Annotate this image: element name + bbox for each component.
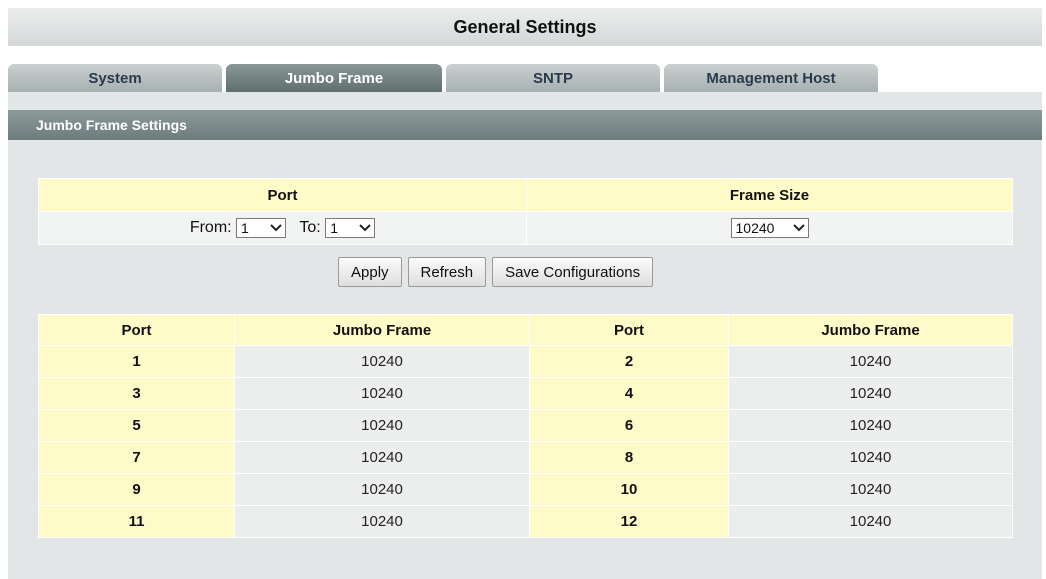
table-row: 11 10240 12 10240 [38, 505, 1013, 538]
port-cell: 8 [529, 441, 729, 474]
jumbo-frame-cell: 10240 [234, 409, 530, 442]
jumbo-frame-cell: 10240 [234, 377, 530, 410]
port-cell: 12 [529, 505, 729, 538]
to-port-select[interactable]: 1 [325, 218, 376, 238]
port-range-cell: From: 1 To: 1 [38, 211, 527, 245]
port-cell: 7 [38, 441, 235, 474]
config-frame-size-header: Frame Size [526, 178, 1013, 212]
frame-size-select[interactable]: 10240 [730, 218, 809, 238]
jumbo-frame-cell: 10240 [234, 473, 530, 506]
config-table: Port Frame Size From: 1 To: 1 10240 [38, 178, 1013, 245]
tab-bar: System Jumbo Frame SNTP Management Host [8, 64, 1042, 92]
apply-button[interactable]: Apply [338, 257, 402, 287]
from-port-value: 1 [241, 220, 249, 236]
table-row: 3 10240 4 10240 [38, 377, 1013, 410]
frame-size-value: 10240 [735, 220, 775, 236]
table-row: 9 10240 10 10240 [38, 473, 1013, 506]
jumbo-frame-cell: 10240 [234, 345, 530, 378]
jumbo-frame-cell: 10240 [234, 441, 530, 474]
chevron-down-icon [359, 221, 371, 235]
config-port-header: Port [38, 178, 527, 212]
port-cell: 6 [529, 409, 729, 442]
table-row: 5 10240 6 10240 [38, 409, 1013, 442]
tab-system[interactable]: System [8, 64, 222, 92]
save-configurations-button[interactable]: Save Configurations [492, 257, 654, 287]
port-cell: 5 [38, 409, 235, 442]
jumbo-frame-cell: 10240 [728, 345, 1013, 378]
jumbo-frame-cell: 10240 [728, 505, 1013, 538]
port-cell: 4 [529, 377, 729, 410]
page-title: General Settings [8, 8, 1042, 46]
from-label: From: [189, 219, 232, 236]
column-header-jumbo-frame: Jumbo Frame [234, 314, 530, 346]
port-cell: 10 [529, 473, 729, 506]
tab-jumbo-frame[interactable]: Jumbo Frame [226, 64, 442, 92]
jumbo-frame-cell: 10240 [728, 473, 1013, 506]
table-row: 7 10240 8 10240 [38, 441, 1013, 474]
port-cell: 9 [38, 473, 235, 506]
settings-panel: Jumbo Frame Settings Port Frame Size Fro… [8, 92, 1042, 579]
column-header-port: Port [38, 314, 235, 346]
column-header-port: Port [529, 314, 729, 346]
column-header-jumbo-frame: Jumbo Frame [728, 314, 1013, 346]
port-cell: 2 [529, 345, 729, 378]
to-port-value: 1 [330, 220, 338, 236]
jumbo-frame-cell: 10240 [728, 441, 1013, 474]
from-port-select[interactable]: 1 [236, 218, 287, 238]
tab-sntp[interactable]: SNTP [446, 64, 660, 92]
frame-size-cell: 10240 [526, 211, 1013, 245]
port-cell: 11 [38, 505, 235, 538]
refresh-button[interactable]: Refresh [407, 257, 487, 287]
tab-management-host[interactable]: Management Host [664, 64, 878, 92]
to-label: To: [299, 219, 321, 236]
port-cell: 3 [38, 377, 235, 410]
jumbo-frame-cell: 10240 [234, 505, 530, 538]
section-header: Jumbo Frame Settings [8, 110, 1042, 140]
jumbo-frame-cell: 10240 [728, 377, 1013, 410]
port-cell: 1 [38, 345, 235, 378]
jumbo-frame-cell: 10240 [728, 409, 1013, 442]
action-buttons: Apply Refresh Save Configurations [338, 257, 654, 287]
jumbo-frame-status-table: Port Jumbo Frame Port Jumbo Frame 1 1024… [38, 314, 1013, 538]
chevron-down-icon [270, 221, 282, 235]
table-row: 1 10240 2 10240 [38, 345, 1013, 378]
chevron-down-icon [792, 221, 805, 235]
